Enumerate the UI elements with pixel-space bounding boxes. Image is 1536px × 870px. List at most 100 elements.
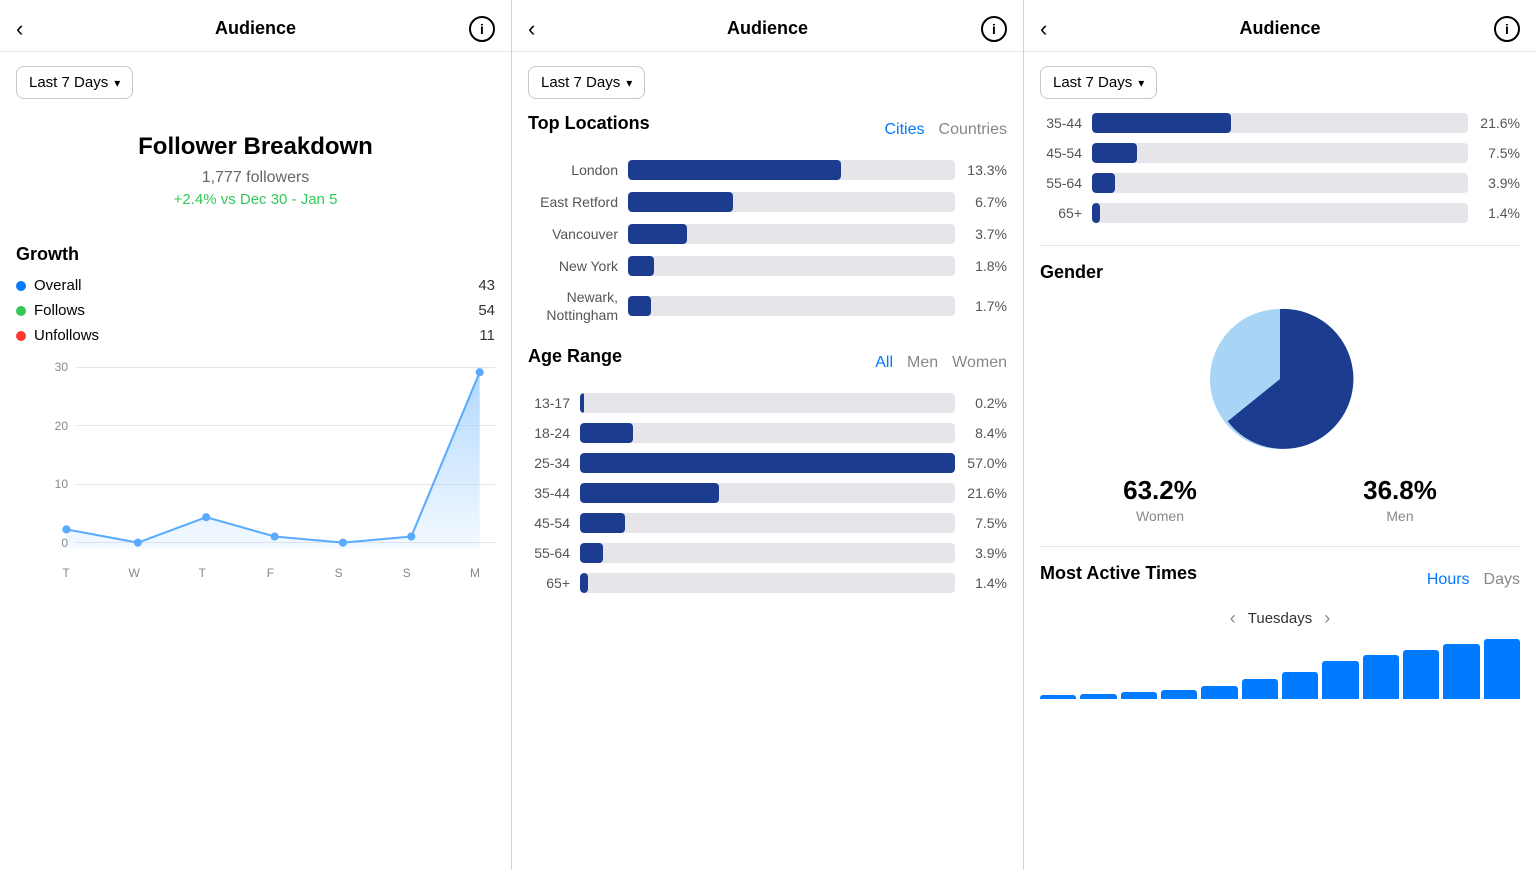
gender-title: Gender <box>1040 262 1520 283</box>
chevron-down-icon-1: ▾ <box>114 76 120 90</box>
age-label-25-34: 25-34 <box>528 455 570 471</box>
current-day: Tuesdays <box>1248 610 1312 627</box>
location-row-newyork: New York 1.8% <box>528 256 1007 276</box>
age-pct-55-64-p3: 3.9% <box>1478 175 1520 191</box>
time-bar-1 <box>1080 694 1116 699</box>
age-pct-35-44-p3: 21.6% <box>1478 115 1520 131</box>
time-bar-6 <box>1282 672 1318 699</box>
follower-change: +2.4% vs Dec 30 - Jan 5 <box>16 191 495 208</box>
unfollows-value: 11 <box>479 327 495 344</box>
chart-point-w <box>134 539 142 547</box>
age-pct-35-44: 21.6% <box>965 485 1007 501</box>
age-bar-45-54-p3 <box>1092 143 1468 163</box>
location-pct-london: 13.3% <box>965 162 1007 178</box>
tab-countries[interactable]: Countries <box>939 121 1007 139</box>
tab-hours[interactable]: Hours <box>1427 571 1470 589</box>
age-row-65plus: 65+ 1.4% <box>528 573 1007 593</box>
back-button-3[interactable]: ‹ <box>1040 16 1047 42</box>
chart-point-t1 <box>62 525 70 533</box>
time-bar-7 <box>1322 661 1358 699</box>
legend-follows: Follows 54 <box>16 302 495 319</box>
age-bar-45-54 <box>580 513 955 533</box>
top-locations-section: Top Locations Cities Countries London 13… <box>528 113 1007 324</box>
date-range-dropdown-1[interactable]: Last 7 Days ▾ <box>16 66 133 99</box>
age-label-45-54: 45-54 <box>528 515 570 531</box>
age-bar-65plus <box>580 573 955 593</box>
bar-fill-newark <box>628 296 651 316</box>
chart-svg <box>46 360 495 549</box>
location-row-newark: Newark,Nottingham 1.7% <box>528 288 1007 324</box>
back-button-1[interactable]: ‹ <box>16 16 23 42</box>
date-range-dropdown-2[interactable]: Last 7 Days ▾ <box>528 66 645 99</box>
age-bar-13-17 <box>580 393 955 413</box>
age-label-65plus: 65+ <box>528 575 570 591</box>
age-row-13-17: 13-17 0.2% <box>528 393 1007 413</box>
chart-point-m <box>476 368 484 376</box>
top-locations-header: Top Locations Cities Countries <box>528 113 1007 146</box>
tab-cities[interactable]: Cities <box>885 121 925 139</box>
age-continuation: 35-44 21.6% 45-54 7.5% 55-64 3.9% <box>1040 113 1520 223</box>
bar-fill-eastretford <box>628 192 733 212</box>
bar-fill-london <box>628 160 841 180</box>
panel-2-title: Audience <box>727 18 808 39</box>
overall-dot <box>16 281 26 291</box>
chart-point-t2 <box>202 513 210 521</box>
unfollows-label: Unfollows <box>34 327 99 344</box>
age-label-45-54-p3: 45-54 <box>1040 145 1082 161</box>
age-row-45-54-p3: 45-54 7.5% <box>1040 143 1520 163</box>
time-bar-5 <box>1242 679 1278 699</box>
location-name-newyork: New York <box>528 258 618 274</box>
age-pct-55-64: 3.9% <box>965 545 1007 561</box>
active-times-tabs: Hours Days <box>1427 571 1520 589</box>
tab-all[interactable]: All <box>875 354 893 372</box>
location-bar-vancouver <box>628 224 955 244</box>
panel-1-content: Last 7 Days ▾ Follower Breakdown 1,777 f… <box>0 52 511 870</box>
tab-women[interactable]: Women <box>952 354 1007 372</box>
panel-2: ‹ Audience i Last 7 Days ▾ Top Locations… <box>512 0 1024 870</box>
legend-unfollows: Unfollows 11 <box>16 327 495 344</box>
chart-point-f <box>270 532 278 540</box>
age-pct-65plus: 1.4% <box>965 575 1007 591</box>
info-button-3[interactable]: i <box>1494 16 1520 42</box>
age-bar-55-64 <box>580 543 955 563</box>
info-button-1[interactable]: i <box>469 16 495 42</box>
panel-1-title: Audience <box>215 18 296 39</box>
age-label-35-44-p3: 35-44 <box>1040 115 1082 131</box>
location-bar-newyork <box>628 256 955 276</box>
time-bar-9 <box>1403 650 1439 699</box>
tab-days[interactable]: Days <box>1484 571 1520 589</box>
time-bar-10 <box>1443 644 1479 699</box>
date-range-dropdown-3[interactable]: Last 7 Days ▾ <box>1040 66 1157 99</box>
follows-label: Follows <box>34 302 85 319</box>
age-label-13-17: 13-17 <box>528 395 570 411</box>
time-bar-8 <box>1363 655 1399 699</box>
overall-label: Overall <box>34 277 82 294</box>
back-button-2[interactable]: ‹ <box>528 16 535 42</box>
location-name-london: London <box>528 162 618 178</box>
chart-line <box>66 372 479 542</box>
legend-overall: Overall 43 <box>16 277 495 294</box>
next-day-button[interactable]: › <box>1324 608 1330 629</box>
gender-stats: 63.2% Women 36.8% Men <box>1040 475 1520 524</box>
location-bar-london <box>628 160 955 180</box>
follower-count: 1,777 followers <box>16 169 495 187</box>
x-label-t1: T <box>56 566 76 580</box>
age-range-section: Age Range All Men Women 13-17 0.2% 18-24 <box>528 346 1007 593</box>
age-pct-65plus-p3: 1.4% <box>1478 205 1520 221</box>
age-tabs: All Men Women <box>875 354 1007 372</box>
top-locations-title: Top Locations <box>528 113 650 134</box>
x-label-w: W <box>124 566 144 580</box>
info-button-2[interactable]: i <box>981 16 1007 42</box>
age-row-35-44-p3: 35-44 21.6% <box>1040 113 1520 133</box>
prev-day-button[interactable]: ‹ <box>1230 608 1236 629</box>
men-pct: 36.8% <box>1363 475 1437 506</box>
location-row-vancouver: Vancouver 3.7% <box>528 224 1007 244</box>
tab-men[interactable]: Men <box>907 354 938 372</box>
location-row-london: London 13.3% <box>528 160 1007 180</box>
time-bar-4 <box>1201 686 1237 699</box>
time-bar-3 <box>1161 690 1197 699</box>
bar-fill-vancouver <box>628 224 687 244</box>
age-row-65plus-p3: 65+ 1.4% <box>1040 203 1520 223</box>
age-row-45-54: 45-54 7.5% <box>528 513 1007 533</box>
chart-point-s2 <box>407 532 415 540</box>
